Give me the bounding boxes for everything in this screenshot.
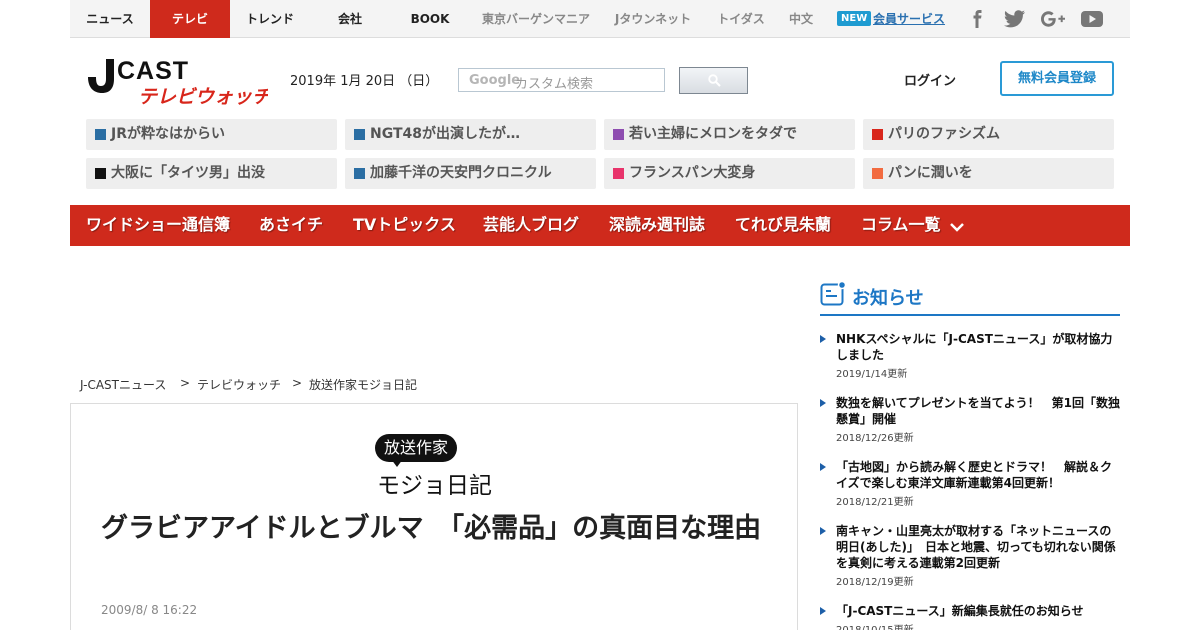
topic-label: 加藤千洋の天安門クロニクル bbox=[370, 165, 552, 181]
notice-date: 2018/12/21更新 bbox=[836, 497, 914, 508]
topnav-company[interactable]: 会社 bbox=[310, 0, 390, 38]
search-placeholder: カスタム検索 bbox=[515, 77, 594, 92]
breadcrumb-separator: > bbox=[180, 376, 191, 390]
topic-item[interactable]: JRが粋なはからい bbox=[86, 119, 337, 150]
topic-label: フランスパン大変身 bbox=[629, 165, 756, 181]
notice-date: 2018/12/19更新 bbox=[836, 577, 914, 588]
bullet-arrow-icon bbox=[820, 399, 826, 407]
nav-wideshow[interactable]: ワイドショー通信簿 bbox=[86, 205, 230, 246]
google-label: Google bbox=[469, 73, 521, 88]
topic-color-square bbox=[613, 129, 624, 140]
article-title: グラビアアイドルとブルマ 「必需品」の真面目な理由 bbox=[101, 513, 762, 544]
topic-label: 若い主婦にメロンをタダで bbox=[629, 126, 797, 142]
google-plus-icon[interactable] bbox=[1040, 10, 1068, 28]
topic-item[interactable]: NGT48が出演したが… bbox=[345, 119, 596, 150]
topic-item[interactable]: 加藤千洋の天安門クロニクル bbox=[345, 158, 596, 189]
nav-celeb-blog[interactable]: 芸能人ブログ bbox=[483, 205, 579, 246]
breadcrumb-home[interactable]: J-CASTニュース bbox=[80, 376, 166, 393]
topic-color-square bbox=[354, 168, 365, 179]
topnav-bargain[interactable]: 東京バーゲンマニア bbox=[478, 0, 594, 38]
badge-top-text: 放送作家 bbox=[383, 438, 448, 457]
breadcrumb-separator: > bbox=[292, 376, 303, 390]
notice-text[interactable]: 「古地図」から読み解く歴史とドラマ！ 解説＆クイズで楽しむ東洋文庫新連載第4回更… bbox=[836, 459, 1122, 491]
twitter-icon[interactable] bbox=[1004, 10, 1025, 28]
topnav-jtown[interactable]: Jタウンネット bbox=[608, 0, 698, 38]
topic-item[interactable]: 若い主婦にメロンをタダで bbox=[604, 119, 855, 150]
topnav-news[interactable]: ニュース bbox=[70, 0, 150, 38]
search-icon bbox=[708, 74, 721, 87]
topnav-trend[interactable]: トレンド bbox=[230, 0, 310, 38]
bullet-arrow-icon bbox=[820, 607, 826, 615]
member-service-link[interactable]: 会員サービス bbox=[873, 0, 945, 38]
chevron-down-icon[interactable] bbox=[949, 221, 965, 233]
nav-asaichi[interactable]: あさイチ bbox=[259, 205, 323, 246]
topnav-tv[interactable]: テレビ bbox=[150, 0, 230, 38]
facebook-icon[interactable] bbox=[968, 10, 988, 28]
badge-bottom-text: モジョ日記 bbox=[377, 473, 492, 499]
search-button[interactable] bbox=[679, 67, 748, 94]
new-badge: NEW bbox=[837, 11, 872, 26]
youtube-icon[interactable] bbox=[1080, 10, 1104, 28]
topic-label: 大阪に「タイツ男」出没 bbox=[111, 165, 265, 181]
topic-color-square bbox=[354, 129, 365, 140]
breadcrumb-current: 放送作家モジョ日記 bbox=[309, 378, 418, 392]
search-input[interactable]: Google カスタム検索 bbox=[458, 68, 665, 92]
svg-text:テレビウォッチ: テレビウォッチ bbox=[138, 86, 268, 107]
nav-column-list[interactable]: コラム一覧 bbox=[861, 205, 941, 246]
topic-color-square bbox=[95, 129, 106, 140]
topic-item[interactable]: パリのファシズム bbox=[863, 119, 1114, 150]
notice-title: お知らせ bbox=[852, 288, 924, 309]
breadcrumb-tvwatch[interactable]: テレビウォッチ bbox=[197, 376, 281, 393]
topic-item[interactable]: 大阪に「タイツ男」出没 bbox=[86, 158, 337, 189]
topnav-toidasu[interactable]: トイダス bbox=[710, 0, 772, 38]
notice-date: 2018/12/26更新 bbox=[836, 433, 914, 444]
notice-text[interactable]: 数独を解いてプレゼントを当てよう！ 第1回「数独懸賞」開催 bbox=[836, 395, 1122, 427]
notice-date: 2019/1/14更新 bbox=[836, 369, 908, 380]
topic-color-square bbox=[95, 168, 106, 179]
topnav-chinese[interactable]: 中文 bbox=[782, 0, 820, 38]
register-button[interactable]: 無料会員登録 bbox=[1000, 61, 1114, 96]
topnav-book[interactable]: BOOK bbox=[390, 0, 470, 38]
nav-terebi-mishuran[interactable]: てれび見朱蘭 bbox=[735, 205, 831, 246]
notice-date: 2018/10/15更新 bbox=[836, 621, 914, 630]
bullet-arrow-icon bbox=[820, 527, 826, 535]
article-date: 2009/8/ 8 16:22 bbox=[101, 603, 198, 617]
article-card: 放送作家 モジョ日記 グラビアアイドルとブルマ 「必需品」の真面目な理由 200… bbox=[70, 403, 798, 630]
notice-heading: お知らせ bbox=[820, 281, 1120, 316]
bullet-arrow-icon bbox=[820, 463, 826, 471]
notice-text[interactable]: 南キャン・山里亮太が取材する「ネットニュースの明日(あした)」 日本と地震、切っ… bbox=[836, 523, 1122, 571]
site-logo[interactable]: CAST テレビウォッチ bbox=[86, 55, 272, 108]
svg-text:CAST: CAST bbox=[117, 57, 189, 85]
login-link[interactable]: ログイン bbox=[904, 70, 956, 89]
topic-label: JRが粋なはからい bbox=[111, 126, 225, 142]
topic-item[interactable]: パンに潤いを bbox=[863, 158, 1114, 189]
topic-color-square bbox=[613, 168, 624, 179]
topic-color-square bbox=[872, 129, 883, 140]
topic-label: パリのファシズム bbox=[888, 126, 1000, 142]
topic-label: NGT48が出演したが… bbox=[370, 126, 520, 142]
topic-color-square bbox=[872, 168, 883, 179]
column-badge: 放送作家 bbox=[375, 434, 457, 467]
notice-text[interactable]: NHKスペシャルに「J-CASTニュース」が取材協力しました bbox=[836, 331, 1122, 363]
nav-tv-topics[interactable]: TVトピックス bbox=[353, 205, 456, 246]
notice-text[interactable]: 「J-CASTニュース」新編集長就任のお知らせ bbox=[836, 603, 1122, 619]
topic-item[interactable]: フランスパン大変身 bbox=[604, 158, 855, 189]
top-nav: ニュース テレビ トレンド 会社 BOOK 東京バーゲンマニア Jタウンネット … bbox=[70, 0, 1130, 38]
nav-weekly[interactable]: 深読み週刊誌 bbox=[609, 205, 705, 246]
current-date: 2019年 1月 20日 （日） bbox=[290, 74, 439, 89]
category-nav: ワイドショー通信簿 あさイチ TVトピックス 芸能人ブログ 深読み週刊誌 てれび… bbox=[70, 205, 1130, 246]
notice-icon bbox=[820, 281, 846, 306]
topic-label: パンに潤いを bbox=[888, 165, 973, 181]
bullet-arrow-icon bbox=[820, 335, 826, 343]
